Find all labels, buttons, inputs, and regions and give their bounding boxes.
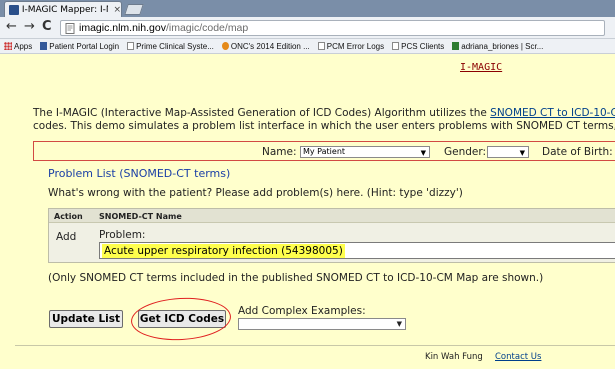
bookmark-adriana[interactable]: adriana_briones | Scr... xyxy=(452,42,543,51)
bookmark-onc[interactable]: ONC's 2014 Edition ... xyxy=(221,41,310,51)
tab-title: I-MAGIC Mapper: I-MAGIC xyxy=(21,4,109,15)
gender-select[interactable]: ▼ xyxy=(487,146,529,158)
dropdown-arrow-icon: ▼ xyxy=(420,149,426,157)
browser-tab-bar: I-MAGIC Mapper: I-MAGIC × xyxy=(0,0,615,17)
problem-table: Action SNOMED-CT Name Add Problem: Acute… xyxy=(48,208,615,263)
bookmark-apps[interactable]: Apps xyxy=(4,42,32,51)
bookmark-label: PCS Clients xyxy=(401,41,445,51)
patient-criteria-bar: Name: My Patient ▼ Gender: ▼ Date of Bir… xyxy=(33,141,615,161)
dropdown-arrow-icon: ▼ xyxy=(396,320,402,328)
complex-examples-select[interactable]: ▼ xyxy=(238,318,406,330)
reload-icon[interactable]: C xyxy=(42,20,52,34)
url-path: /imagic/code/map xyxy=(165,22,249,34)
annotation-circle xyxy=(129,295,233,343)
contact-us-link[interactable]: Contact Us xyxy=(495,352,541,362)
bookmark-pcs-clients[interactable]: PCS Clients xyxy=(392,42,444,51)
intro-line-1: The I-MAGIC (Interactive Map-Assisted Ge… xyxy=(33,107,491,119)
gender-label: Gender: xyxy=(444,146,487,158)
col-action: Action xyxy=(54,212,83,221)
dropdown-arrow-icon: ▼ xyxy=(519,149,525,157)
back-arrow-icon[interactable]: ← xyxy=(6,20,17,34)
footer-divider xyxy=(15,345,615,346)
tab-close-icon[interactable]: × xyxy=(113,5,121,15)
bookmark-label: PCM Error Logs xyxy=(326,41,385,51)
bookmark-label: ONC's 2014 Edition ... xyxy=(230,41,310,51)
problem-table-header: Action SNOMED-CT Name xyxy=(49,209,615,223)
apps-grid-icon xyxy=(4,42,12,50)
dob-label: Date of Birth: xyxy=(542,146,613,158)
footer-author: Kin Wah Fung xyxy=(425,352,483,362)
page-info-icon[interactable] xyxy=(65,22,75,34)
problem-input-value: Acute upper respiratory infection (54398… xyxy=(102,244,345,258)
intro-line-2: codes. This demo simulates a problem lis… xyxy=(33,120,615,132)
bookmark-label: Patient Portal Login xyxy=(49,41,120,51)
intro-text: The I-MAGIC (Interactive Map-Assisted Ge… xyxy=(33,107,615,133)
site-favicon-icon xyxy=(9,4,19,15)
update-list-button[interactable]: Update List xyxy=(49,310,123,328)
problem-label: Problem: xyxy=(99,229,146,241)
problem-list-title: Problem List (SNOMED-CT terms) xyxy=(48,167,231,180)
name-select[interactable]: My Patient ▼ xyxy=(300,146,430,158)
col-snomed-name: SNOMED-CT Name xyxy=(99,212,182,221)
snomed-map-link[interactable]: SNOMED CT to ICD-10-CM M xyxy=(490,107,615,119)
bookmark-label: Prime Clinical Syste... xyxy=(136,41,214,51)
hint-text: What's wrong with the patient? Please ad… xyxy=(48,187,463,199)
new-tab-button[interactable] xyxy=(124,4,144,15)
page-icon xyxy=(392,42,400,50)
url-host: imagic.nlm.nih.gov xyxy=(79,22,166,34)
bookmark-prime-clinical[interactable]: Prime Clinical Syste... xyxy=(127,42,214,51)
page-icon xyxy=(127,42,135,50)
bookmark-icon xyxy=(40,42,48,50)
screen-icon xyxy=(452,42,460,50)
bookmarks-bar: Apps Patient Portal Login Prime Clinical… xyxy=(0,39,615,54)
name-label: Name: xyxy=(262,146,297,158)
bookmark-label: adriana_briones | Scr... xyxy=(461,41,544,51)
page-icon xyxy=(317,42,325,50)
bookmark-pcm-error-logs[interactable]: PCM Error Logs xyxy=(317,41,385,51)
address-bar[interactable]: imagic.nlm.nih.gov/imagic/code/map xyxy=(60,20,605,36)
add-label: Add xyxy=(56,231,77,243)
forward-arrow-icon[interactable]: → xyxy=(24,20,35,34)
bookmark-label: Apps xyxy=(14,41,33,51)
name-select-value: My Patient xyxy=(303,147,346,156)
onc-icon xyxy=(221,42,229,50)
page-title[interactable]: I-MAGIC xyxy=(460,62,502,73)
complex-examples-label: Add Complex Examples: xyxy=(238,305,366,317)
bookmark-patient-portal[interactable]: Patient Portal Login xyxy=(40,42,119,51)
browser-nav-bar: ← → C imagic.nlm.nih.gov/imagic/code/map xyxy=(0,17,615,39)
browser-tab[interactable]: I-MAGIC Mapper: I-MAGIC × xyxy=(4,1,122,17)
problem-input[interactable]: Acute upper respiratory infection (54398… xyxy=(99,242,615,259)
map-note: (Only SNOMED CT terms included in the pu… xyxy=(48,272,544,284)
